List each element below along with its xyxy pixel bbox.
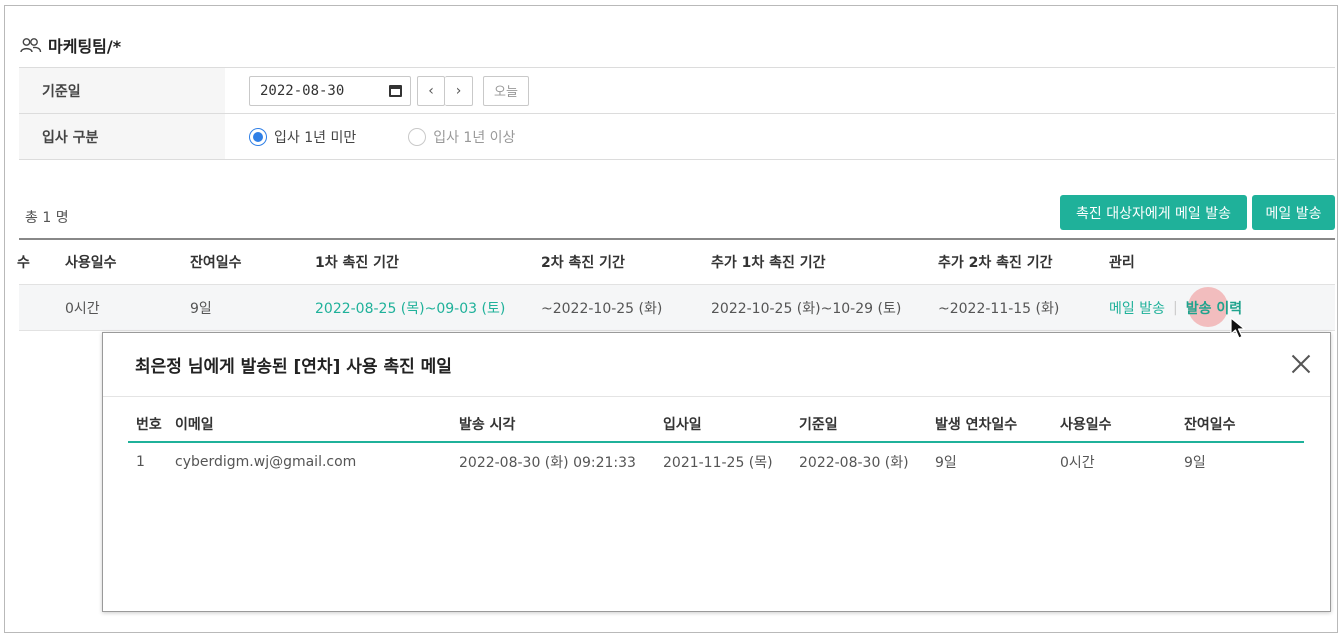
table-header-row: 수 사용일수 잔여일수 1차 촉진 기간 2차 촉진 기간 추가 1차 촉진 기… — [17, 240, 1335, 285]
row-join-date: 2021-11-25 (목) — [663, 455, 773, 471]
extra-second-period-cell: ~2022-11-15 (화) — [938, 300, 1060, 317]
row-used-days: 0시간 — [1060, 455, 1095, 471]
radio-under-1-year-label: 입사 1년 미만 — [274, 129, 357, 146]
table-row: 1 cyberdigm.wj@gmail.com 2022-08-30 (화) … — [128, 443, 1304, 481]
second-period-cell: ~2022-10-25 (화) — [541, 300, 663, 317]
base-date-label: 기준일 — [19, 68, 225, 113]
table-row: 0시간 9일 2022-08-25 (목)~09-03 (토) ~2022-10… — [19, 285, 1335, 331]
modal-header: 최은정 님에게 발송된 [연차] 사용 촉진 메일 — [103, 333, 1330, 397]
join-type-label: 입사 구분 — [19, 114, 225, 159]
page-title: 마케팅팀/* — [20, 33, 121, 57]
column-header: 수 — [17, 255, 30, 271]
row-granted-days: 9일 — [935, 455, 957, 471]
users-icon — [20, 37, 42, 53]
actions-cell: 메일 발송 | 발송 이력 — [1109, 285, 1242, 330]
history-table: 번호 이메일 발송 시각 입사일 기준일 발생 연차일수 사용일수 잔여일수 1… — [128, 407, 1304, 481]
column-header: 2차 촉진 기간 — [541, 255, 625, 271]
radio-unchecked-icon[interactable] — [408, 127, 427, 146]
column-header: 입사일 — [663, 417, 702, 433]
column-header: 1차 촉진 기간 — [315, 255, 399, 271]
row-sent-at: 2022-08-30 (화) 09:21:33 — [459, 455, 636, 471]
history-header-row: 번호 이메일 발송 시각 입사일 기준일 발생 연차일수 사용일수 잔여일수 — [128, 407, 1304, 443]
column-header: 관리 — [1109, 255, 1135, 271]
calendar-icon[interactable] — [389, 84, 402, 97]
column-header: 잔여일수 — [1184, 417, 1236, 433]
prev-date-button[interactable]: ‹ — [417, 75, 445, 106]
send-to-targets-button[interactable]: 촉진 대상자에게 메일 발송 — [1060, 195, 1247, 230]
base-date-value: 2022-08-30 — [260, 82, 345, 99]
row-remaining-days: 9일 — [1184, 455, 1206, 471]
row-base-date: 2022-08-30 (화) — [799, 455, 909, 471]
send-history-modal: 최은정 님에게 발송된 [연차] 사용 촉진 메일 번호 이메일 발송 시각 입… — [102, 332, 1331, 612]
row-email: cyberdigm.wj@gmail.com — [175, 454, 357, 470]
next-date-button[interactable]: › — [445, 75, 473, 106]
column-header: 추가 2차 촉진 기간 — [938, 255, 1053, 271]
modal-title: 최은정 님에게 발송된 [연차] 사용 촉진 메일 — [135, 357, 452, 377]
radio-under-1-year[interactable]: 입사 1년 미만 — [249, 127, 356, 147]
column-header: 추가 1차 촉진 기간 — [711, 255, 826, 271]
row-send-mail-link[interactable]: 메일 발송 — [1109, 298, 1165, 318]
first-period-cell: 2022-08-25 (목)~09-03 (토) — [315, 300, 506, 317]
filter-row-join-type: 입사 구분 입사 1년 미만 입사 1년 이상 — [19, 114, 1335, 160]
extra-first-period-cell: 2022-10-25 (화)~10-29 (토) — [711, 300, 902, 317]
row-number: 1 — [136, 454, 145, 470]
base-date-input[interactable]: 2022-08-30 — [249, 75, 411, 106]
column-header: 기준일 — [799, 417, 838, 433]
mouse-pointer-icon — [1228, 316, 1254, 346]
column-header: 잔여일수 — [190, 255, 242, 271]
filter-row-base-date: 기준일 2022-08-30 ‹ › 오늘 — [19, 68, 1335, 114]
filter-panel: 기준일 2022-08-30 ‹ › 오늘 입사 구분 입사 1년 미만 입사 … — [19, 67, 1335, 160]
page-title-text: 마케팅팀/* — [48, 37, 122, 56]
column-header: 발송 시각 — [459, 417, 516, 433]
send-history-wrap: 발송 이력 — [1186, 286, 1242, 327]
remaining-days-cell: 9일 — [190, 300, 212, 317]
promotion-table: 수 사용일수 잔여일수 1차 촉진 기간 2차 촉진 기간 추가 1차 촉진 기… — [17, 238, 1335, 331]
column-header: 사용일수 — [65, 255, 117, 271]
today-button[interactable]: 오늘 — [483, 75, 529, 106]
column-header: 이메일 — [175, 417, 214, 433]
radio-over-1-year-label: 입사 1년 이상 — [433, 129, 516, 146]
used-days-cell: 0시간 — [65, 300, 100, 317]
column-header: 발생 연차일수 — [935, 417, 1018, 433]
radio-over-1-year[interactable]: 입사 1년 이상 — [408, 127, 515, 147]
close-icon[interactable] — [1288, 351, 1314, 377]
total-count: 총 1 명 — [25, 210, 69, 226]
column-header: 번호 — [136, 417, 162, 433]
send-mail-button[interactable]: 메일 발송 — [1252, 195, 1335, 230]
radio-checked-icon[interactable] — [249, 127, 267, 146]
send-history-link[interactable]: 발송 이력 — [1186, 301, 1242, 317]
link-separator: | — [1172, 299, 1178, 316]
column-header: 사용일수 — [1060, 417, 1112, 433]
